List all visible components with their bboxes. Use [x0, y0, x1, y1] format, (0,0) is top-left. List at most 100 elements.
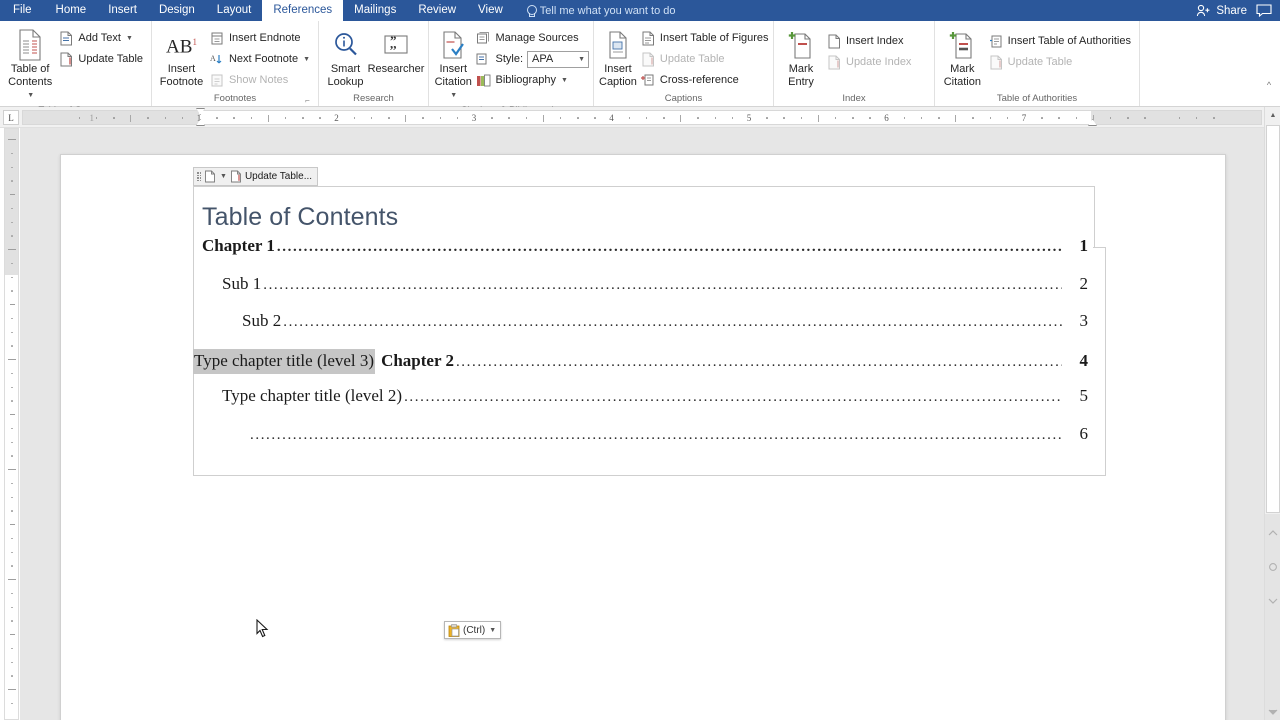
update-table-captions-button[interactable]: Update Table — [638, 49, 773, 69]
insert-caption-button[interactable]: Insert Caption — [598, 25, 638, 91]
chevron-down-icon[interactable]: ▼ — [489, 627, 496, 634]
tell-me-label: Tell me what you want to do — [540, 5, 676, 17]
toc-leader-dots: ........................................… — [250, 427, 1062, 444]
toc-entry-row[interactable]: Sub 2 ..................................… — [194, 311, 1094, 349]
ribbon-group-index: Mark Entry Insert Index — [774, 21, 935, 106]
previous-page-icon[interactable] — [1268, 528, 1278, 538]
scrollbar-thumb[interactable] — [1266, 125, 1280, 513]
update-table-small-icon[interactable] — [230, 170, 242, 183]
tell-me-box[interactable]: Tell me what you want to do — [514, 0, 676, 21]
tab-review[interactable]: Review — [407, 0, 467, 21]
drag-grip-icon[interactable] — [197, 170, 201, 183]
manage-sources-button[interactable]: Manage Sources — [473, 28, 589, 48]
researcher-button[interactable]: ,, ” Researcher — [368, 25, 424, 78]
clipboard-icon — [448, 624, 460, 637]
toc-update-table-label[interactable]: Update Table... — [245, 171, 312, 182]
select-browse-object-icon[interactable] — [1268, 562, 1278, 572]
vertical-scrollbar[interactable]: ▲ — [1264, 107, 1280, 720]
table-of-contents-button[interactable]: Table of Contents ▼ — [4, 25, 56, 104]
group-label-footnotes: Footnotes ⌐ — [156, 92, 314, 106]
toc-entry-text: Sub 2 — [242, 311, 281, 331]
add-text-button[interactable]: Add Text ▼ — [56, 28, 147, 48]
toc-entry-row-selected[interactable]: Type chapter title (level 3) Chapter 2 .… — [194, 349, 1094, 387]
bibliography-button[interactable]: Bibliography ▼ — [473, 70, 589, 90]
toc-frame[interactable]: Table of Contents Chapter 1 ............… — [193, 186, 1095, 476]
chevron-down-icon[interactable]: ▼ — [220, 173, 227, 180]
insert-citation-label: Insert Citation — [435, 63, 472, 89]
svg-text:”: ” — [390, 33, 397, 48]
smart-lookup-label: Smart Lookup — [327, 63, 363, 89]
show-notes-button[interactable]: Show Notes — [207, 70, 314, 90]
table-of-figures-icon — [640, 30, 656, 46]
group-label-captions: Captions — [598, 92, 769, 106]
ribbon: Table of Contents ▼ Add Text ▼ — [0, 21, 1280, 107]
scroll-up-button[interactable]: ▲ — [1265, 107, 1280, 124]
update-table-icon — [640, 51, 656, 67]
cross-reference-button[interactable]: Cross-reference — [638, 70, 773, 90]
scroll-down-button[interactable] — [1268, 707, 1278, 717]
toc-entry-row[interactable]: Sub 1 ..................................… — [194, 274, 1094, 312]
tab-file[interactable]: File — [0, 0, 45, 21]
tab-mailings[interactable]: Mailings — [343, 0, 407, 21]
collapse-ribbon-button[interactable]: ^ — [1258, 21, 1280, 106]
tab-home[interactable]: Home — [45, 0, 98, 21]
update-index-button[interactable]: Update Index — [824, 52, 915, 72]
toc-entry-row[interactable]: Chapter 1 ..............................… — [194, 236, 1094, 274]
tab-stop-selector[interactable]: L — [3, 110, 19, 125]
update-table-toc-button[interactable]: Update Table — [56, 49, 147, 69]
toc-entry-text: Chapter 1 — [202, 236, 275, 256]
toc-entry-row[interactable]: ........................................… — [194, 424, 1094, 462]
ruler-right-margin — [1091, 111, 1261, 124]
insert-table-of-authorities-button[interactable]: Insert Table of Authorities — [986, 31, 1135, 51]
tab-view[interactable]: View — [467, 0, 514, 21]
group-label-table-of-authorities: Table of Authorities — [939, 92, 1135, 106]
insert-footnote-button[interactable]: AB1 Insert Footnote — [156, 25, 207, 91]
citation-style-select[interactable]: APA ▼ — [527, 51, 589, 68]
chevron-down-icon: ▼ — [126, 35, 133, 42]
next-footnote-button[interactable]: A Next Footnote ▼ — [207, 49, 314, 69]
insert-index-icon — [826, 33, 842, 49]
mark-entry-button[interactable]: Mark Entry — [778, 25, 824, 91]
mark-citation-button[interactable]: Mark Citation — [939, 25, 986, 91]
toc-leader-dots: ........................................… — [404, 389, 1062, 406]
tab-layout[interactable]: Layout — [206, 0, 263, 21]
paste-options-badge[interactable]: (Ctrl) ▼ — [444, 621, 501, 639]
scrollbar-track[interactable] — [1265, 514, 1280, 720]
toc-toolbar[interactable]: ▼ Update Table... — [193, 167, 318, 186]
vertical-ruler[interactable] — [4, 128, 19, 720]
document-canvas[interactable]: ▼ Update Table... Table of Contents Chap… — [20, 128, 1264, 720]
next-page-icon[interactable] — [1268, 596, 1278, 606]
tab-insert[interactable]: Insert — [97, 0, 148, 21]
ribbon-tab-bar: File Home Insert Design Layout Reference… — [0, 0, 1280, 21]
update-table-authorities-button[interactable]: Update Table — [986, 52, 1135, 72]
footnotes-dialog-launcher[interactable]: ⌐ — [303, 96, 312, 105]
ruler-strip: 12345671 — [22, 110, 1262, 125]
tab-design[interactable]: Design — [148, 0, 206, 21]
comment-icon[interactable] — [1256, 4, 1272, 17]
ribbon-group-captions: Insert Caption Insert Table of Figures — [594, 21, 774, 106]
share-button[interactable]: Share — [1196, 4, 1247, 17]
toc-title: Table of Contents — [194, 203, 1094, 232]
show-notes-icon — [209, 72, 225, 88]
document-page[interactable]: ▼ Update Table... Table of Contents Chap… — [60, 154, 1226, 720]
researcher-quote-icon: ,, ” — [382, 27, 410, 63]
insert-endnote-button[interactable]: Insert Endnote — [207, 28, 314, 48]
share-label: Share — [1216, 5, 1247, 17]
insert-table-of-figures-button[interactable]: Insert Table of Figures — [638, 28, 773, 48]
toc-entry-row[interactable]: Type chapter title (level 2) ...........… — [194, 386, 1094, 424]
toc-selected-text[interactable]: Type chapter title (level 3) — [193, 349, 375, 374]
toc-options-icon[interactable] — [204, 170, 216, 183]
insert-citation-button[interactable]: Insert Citation ▼ — [433, 25, 473, 104]
researcher-label: Researcher — [368, 63, 425, 76]
toc-entry-page: 3 — [1064, 311, 1094, 331]
toc-entry-text: Type chapter title (level 2) — [222, 386, 402, 406]
smart-lookup-icon — [332, 27, 360, 63]
show-notes-label: Show Notes — [229, 74, 288, 86]
next-footnote-icon: A — [209, 51, 225, 67]
insert-index-button[interactable]: Insert Index — [824, 31, 915, 51]
tab-references[interactable]: References — [262, 0, 343, 21]
smart-lookup-button[interactable]: Smart Lookup — [323, 25, 368, 91]
toc-entry-page: 1 — [1064, 236, 1094, 256]
mark-citation-label: Mark Citation — [944, 63, 981, 89]
horizontal-ruler[interactable]: L 12345671 — [0, 107, 1280, 128]
